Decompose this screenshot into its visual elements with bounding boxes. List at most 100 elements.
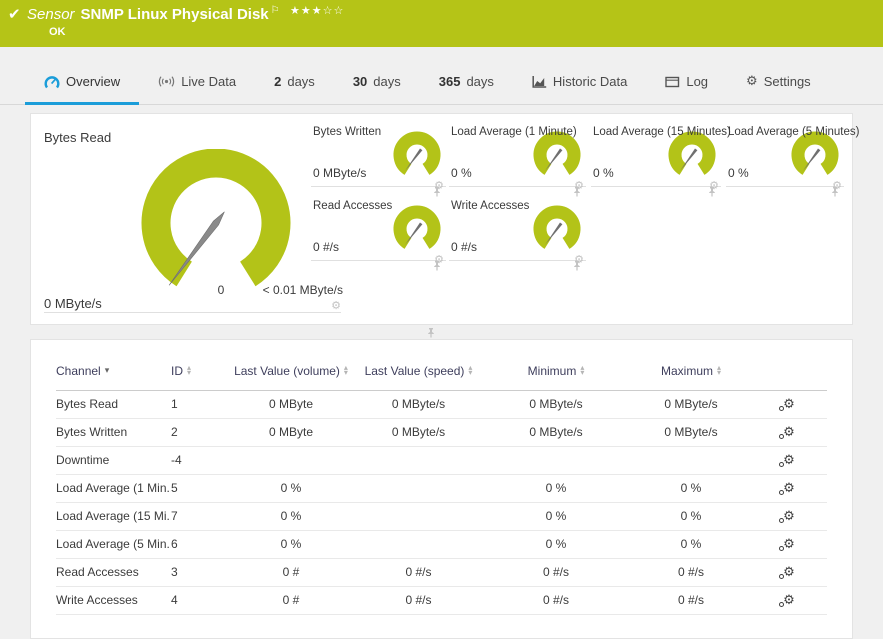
gauge-title[interactable]: Bytes Read	[44, 130, 111, 145]
tab-overview[interactable]: Overview	[25, 74, 140, 105]
pin-icon[interactable]	[572, 260, 582, 271]
channel-settings-icon[interactable]: ⚙	[779, 398, 795, 412]
tab-live-data[interactable]: Live Data	[139, 74, 255, 104]
cell-last-value-speed: 0 #/s	[405, 593, 432, 608]
channel-settings-icon[interactable]: ⚙	[779, 482, 795, 496]
gauge-title[interactable]: Bytes Written	[313, 126, 381, 138]
table-row: Write Accesses 4 0 # 0 #/s 0 #/s 0 #/s ⚙	[56, 587, 827, 615]
channel-settings-icon[interactable]: ⚙	[779, 566, 795, 580]
gauge-title[interactable]: Write Accesses	[451, 200, 529, 212]
cell-channel-id: 2	[171, 425, 178, 440]
column-header-id[interactable]: ID ▴ ▾	[171, 364, 226, 380]
gear-icon: ⚙	[746, 74, 758, 89]
gauge-value: 0 MByte/s	[44, 296, 102, 311]
cell-channel-name[interactable]: Bytes Written	[56, 425, 171, 439]
pin-icon[interactable]	[432, 260, 442, 271]
gauge-title[interactable]: Load Average (1 Minute)	[451, 126, 577, 138]
pin-icon[interactable]	[572, 186, 582, 197]
channel-settings-icon[interactable]: ⚙	[779, 426, 795, 440]
sort-icon: ▴ ▾	[717, 363, 722, 377]
tab-settings[interactable]: ⚙ Settings	[727, 74, 830, 104]
cell-maximum: 0 MByte/s	[664, 425, 718, 440]
gauge-title[interactable]: Load Average (5 Minutes)	[728, 126, 859, 138]
cell-channel-name[interactable]: Bytes Read	[56, 397, 171, 411]
cell-last-value-volume: 0 MByte	[268, 425, 313, 440]
cell-channel-id: 5	[171, 481, 178, 496]
cell-channel-name[interactable]: Read Accesses	[56, 565, 171, 579]
sensor-status-bar: ✔ Sensor SNMP Linux Physical Disk ⚐ ★★★☆☆ …	[0, 0, 883, 47]
cell-last-value-speed: 0 #/s	[405, 565, 432, 580]
cell-channel-id: 4	[171, 593, 178, 608]
area-chart-icon	[532, 76, 547, 88]
cell-channel-name[interactable]: Load Average (1 Min...	[56, 481, 171, 495]
tab-2-days[interactable]: 2 days	[255, 74, 334, 104]
gauge-value: 0 %	[451, 166, 472, 180]
sensor-title[interactable]: SNMP Linux Physical Disk	[81, 6, 269, 23]
tab-30-days[interactable]: 30 days	[334, 74, 420, 104]
cell-channel-name[interactable]: Load Average (15 Mi...	[56, 509, 171, 523]
cell-maximum: 0 %	[680, 481, 702, 496]
cell-channel-name[interactable]: Write Accesses	[56, 593, 171, 607]
cell-channel-name[interactable]: Downtime	[56, 453, 171, 467]
table-row: Bytes Written 2 0 MByte 0 MByte/s 0 MByt…	[56, 419, 827, 447]
gauge-title[interactable]: Read Accesses	[313, 200, 392, 212]
column-header-maximum[interactable]: Maximum ▴ ▾	[631, 364, 751, 380]
pin-icon[interactable]	[432, 186, 442, 197]
table-row: Load Average (5 Min... 6 0 % 0 % 0 % ⚙	[56, 531, 827, 559]
cell-channel-id: -4	[171, 453, 182, 468]
sensor-heading: Sensor SNMP Linux Physical Disk ⚐	[27, 5, 280, 23]
channel-settings-icon[interactable]: ⚙	[779, 454, 795, 468]
divider	[44, 312, 341, 313]
pin-icon[interactable]	[830, 186, 840, 197]
cell-last-value-speed: 0 MByte/s	[391, 425, 446, 440]
star-rating[interactable]: ★★★☆☆	[290, 4, 344, 17]
small-gauge-load-average-1min: Load Average (1 Minute) 0 % ⚙	[449, 124, 586, 197]
channel-settings-icon[interactable]: ⚙	[779, 538, 795, 552]
gauge-scale-max: < 0.01 MByte/s	[262, 283, 343, 297]
gauge-title[interactable]: Load Average (15 Minutes)	[593, 126, 731, 138]
cell-last-value-volume: 0 %	[280, 481, 302, 496]
cell-maximum: 0 %	[680, 537, 702, 552]
mini-gauge	[393, 131, 441, 175]
mini-gauge	[533, 131, 581, 175]
tab-historic-data[interactable]: Historic Data	[513, 74, 646, 104]
mini-gauge	[533, 205, 581, 249]
channel-settings-icon[interactable]: ⚙	[779, 510, 795, 524]
gauge-settings-icon[interactable]: ⚙	[331, 300, 341, 311]
cell-maximum: 0 %	[680, 509, 702, 524]
cell-channel-id: 7	[171, 509, 178, 524]
tab-log[interactable]: Log	[646, 74, 727, 104]
cell-minimum: 0 #/s	[542, 565, 569, 580]
gauge-value: 0 %	[593, 166, 614, 180]
column-header-last-value-speed[interactable]: Last Value (speed) ▴ ▾	[356, 364, 481, 380]
channel-settings-icon[interactable]: ⚙	[779, 594, 795, 608]
table-row: Load Average (15 Mi... 7 0 % 0 % 0 % ⚙	[56, 503, 827, 531]
live-icon	[159, 76, 175, 87]
cell-last-value-volume: 0 %	[280, 537, 302, 552]
flag-icon[interactable]: ⚐	[271, 5, 280, 16]
primary-channel-gauge: Bytes Read 0 < 0.01 MByte/s 0 MByte/s ⚙	[41, 122, 434, 338]
channel-table-panel: Channel ▾ ID ▴ ▾ Last Value (volume) ▴ ▾ Last…	[30, 339, 853, 639]
gauge-value: 0 #/s	[451, 240, 478, 254]
cell-last-value-volume: 0 #	[282, 565, 300, 580]
cell-channel-id: 6	[171, 537, 178, 552]
sort-icon: ▴ ▾	[187, 363, 192, 377]
pin-icon[interactable]	[707, 186, 717, 197]
sort-icon: ▴ ▾	[343, 363, 348, 377]
cell-channel-name[interactable]: Load Average (5 Min...	[56, 537, 171, 551]
table-row: Bytes Read 1 0 MByte 0 MByte/s 0 MByte/s…	[56, 391, 827, 419]
pin-icon[interactable]	[426, 327, 436, 338]
sort-desc-icon: ▾	[104, 366, 110, 376]
column-header-channel[interactable]: Channel ▾	[56, 364, 171, 380]
cell-last-value-volume: 0 #	[282, 593, 300, 608]
column-header-minimum[interactable]: Minimum ▴ ▾	[481, 364, 631, 380]
gauge-value: 0 MByte/s	[313, 166, 367, 180]
sort-icon: ▴ ▾	[580, 363, 585, 377]
cell-minimum: 0 %	[545, 537, 567, 552]
tab-365-days[interactable]: 365 days	[420, 74, 513, 104]
column-header-last-value-volume[interactable]: Last Value (volume) ▴ ▾	[226, 364, 356, 380]
cell-last-value-speed: 0 MByte/s	[391, 397, 446, 412]
small-gauge-bytes-written: Bytes Written 0 MByte/s ⚙	[311, 124, 446, 197]
gauge-value: 0 #/s	[313, 240, 340, 254]
mini-gauge	[791, 131, 839, 175]
